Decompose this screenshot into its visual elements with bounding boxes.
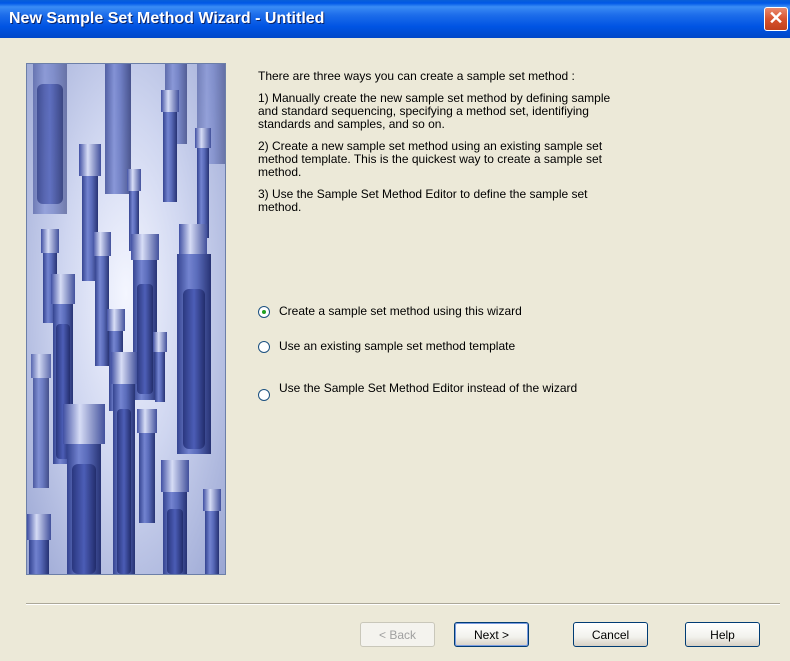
cancel-button[interactable]: Cancel: [573, 622, 648, 647]
wizard-banner-image: [26, 63, 226, 575]
radio-label: Create a sample set method using this wi…: [279, 304, 522, 318]
radio-unchecked-icon[interactable]: [258, 389, 270, 401]
title-bar[interactable]: New Sample Set Method Wizard - Untitled …: [0, 0, 790, 38]
radio-label: Use an existing sample set method templa…: [279, 339, 516, 353]
radio-use-template[interactable]: Use an existing sample set method templa…: [258, 340, 515, 353]
close-icon: ✕: [768, 8, 784, 28]
next-button[interactable]: Next >: [454, 622, 529, 647]
radio-label: Use the Sample Set Method Editor instead…: [279, 380, 578, 395]
help-button[interactable]: Help: [685, 622, 760, 647]
instructions-panel: There are three ways you can create a sa…: [258, 70, 618, 223]
option1-description: 1) Manually create the new sample set me…: [258, 91, 611, 131]
option3-description: 3) Use the Sample Set Method Editor to d…: [258, 187, 588, 214]
radio-create-with-wizard[interactable]: Create a sample set method using this wi…: [258, 305, 522, 318]
radio-use-editor[interactable]: Use the Sample Set Method Editor instead…: [258, 375, 588, 401]
intro-text: There are three ways you can create a sa…: [258, 69, 575, 83]
window-title: New Sample Set Method Wizard - Untitled: [9, 10, 325, 27]
radio-checked-icon[interactable]: [258, 305, 270, 318]
back-button[interactable]: < Back: [360, 622, 435, 647]
option2-description: 2) Create a new sample set method using …: [258, 139, 603, 179]
radio-unchecked-icon[interactable]: [258, 340, 270, 353]
close-button[interactable]: ✕: [764, 7, 788, 31]
button-separator: [26, 603, 780, 605]
wizard-window: New Sample Set Method Wizard - Untitled …: [0, 0, 790, 661]
